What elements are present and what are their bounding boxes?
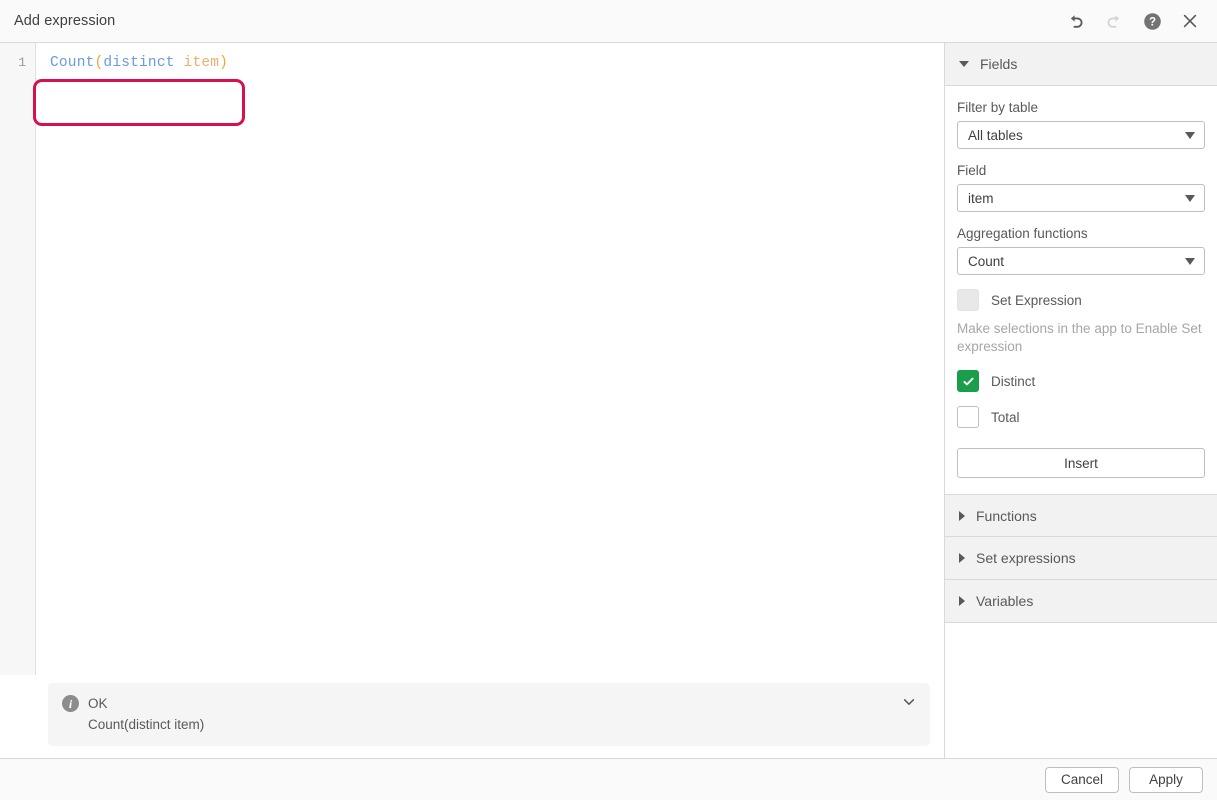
close-icon[interactable] (1177, 8, 1203, 34)
set-expression-checkbox[interactable] (957, 289, 979, 311)
aggregation-functions-label: Aggregation functions (957, 226, 1205, 241)
redo-icon[interactable] (1101, 8, 1127, 34)
status-detail: Count(distinct item) (88, 717, 890, 732)
token-keyword-distinct: distinct (103, 55, 174, 71)
expression-editor-column: 1 Count(distinct item) i OK Count(distin… (0, 43, 945, 758)
chevron-right-icon (959, 596, 965, 606)
line-number: 1 (0, 52, 26, 74)
chevron-down-icon (1185, 195, 1195, 202)
info-icon: i (62, 695, 79, 712)
dialog-header: Add expression ? (0, 0, 1217, 43)
apply-button[interactable]: Apply (1129, 767, 1203, 793)
chevron-down-icon[interactable] (900, 693, 918, 711)
field-select[interactable]: item (957, 184, 1205, 212)
chevron-right-icon (959, 511, 965, 521)
token-close-paren: ) (219, 55, 228, 71)
chevron-down-icon (1185, 258, 1195, 265)
status-bar-wrapper: i OK Count(distinct item) (0, 675, 944, 758)
accordion-header-variables[interactable]: Variables (945, 580, 1217, 623)
accordion-header-functions[interactable]: Functions (945, 494, 1217, 537)
editor-code-area[interactable]: Count(distinct item) (36, 43, 944, 675)
header-actions: ? (1063, 8, 1203, 34)
add-expression-dialog: Add expression ? (0, 0, 1217, 800)
check-icon (962, 375, 975, 388)
distinct-row[interactable]: Distinct (957, 370, 1205, 392)
status-bar-top: i OK (62, 695, 890, 712)
insert-button[interactable]: Insert (957, 448, 1205, 478)
chevron-down-icon (959, 61, 969, 67)
aggregation-functions-select[interactable]: Count (957, 247, 1205, 275)
field-value: item (968, 191, 994, 206)
status-bar: i OK Count(distinct item) (48, 683, 930, 746)
total-checkbox[interactable] (957, 406, 979, 428)
chevron-down-icon (1185, 132, 1195, 139)
expression-line[interactable]: Count(distinct item) (50, 52, 944, 74)
accordion-title-set-expressions: Set expressions (976, 550, 1076, 566)
accordion-title-variables: Variables (976, 593, 1033, 609)
set-expression-helper-text: Make selections in the app to Enable Set… (957, 320, 1205, 356)
accordion-header-fields[interactable]: Fields (945, 43, 1217, 86)
token-function: Count (50, 55, 95, 71)
dialog-footer: Cancel Apply (0, 758, 1217, 800)
accordion-body-fields: Filter by table All tables Field item Ag… (945, 86, 1217, 494)
fields-side-panel: Fields Filter by table All tables Field … (945, 43, 1217, 758)
total-label: Total (991, 410, 1020, 425)
cancel-button[interactable]: Cancel (1045, 767, 1119, 793)
filter-by-table-value: All tables (968, 128, 1023, 143)
page-title: Add expression (14, 13, 1063, 29)
distinct-checkbox[interactable] (957, 370, 979, 392)
accordion-title-functions: Functions (976, 508, 1037, 524)
aggregation-functions-value: Count (968, 254, 1004, 269)
set-expression-label: Set Expression (991, 293, 1082, 308)
editor-gutter: 1 (0, 43, 36, 675)
field-label: Field (957, 163, 1205, 178)
distinct-label: Distinct (991, 374, 1035, 389)
status-badge: OK (88, 696, 108, 711)
expression-editor[interactable]: 1 Count(distinct item) (0, 43, 944, 675)
undo-icon[interactable] (1063, 8, 1089, 34)
total-row[interactable]: Total (957, 406, 1205, 428)
dialog-body: 1 Count(distinct item) i OK Count(distin… (0, 43, 1217, 758)
accordion-title-fields: Fields (980, 56, 1017, 72)
token-space (175, 55, 184, 71)
filter-by-table-label: Filter by table (957, 100, 1205, 115)
set-expression-row[interactable]: Set Expression (957, 289, 1205, 311)
svg-text:?: ? (1148, 16, 1155, 28)
accordion-header-set-expressions[interactable]: Set expressions (945, 537, 1217, 580)
token-field-item: item (184, 55, 220, 71)
chevron-right-icon (959, 553, 965, 563)
filter-by-table-select[interactable]: All tables (957, 121, 1205, 149)
help-icon[interactable]: ? (1139, 8, 1165, 34)
